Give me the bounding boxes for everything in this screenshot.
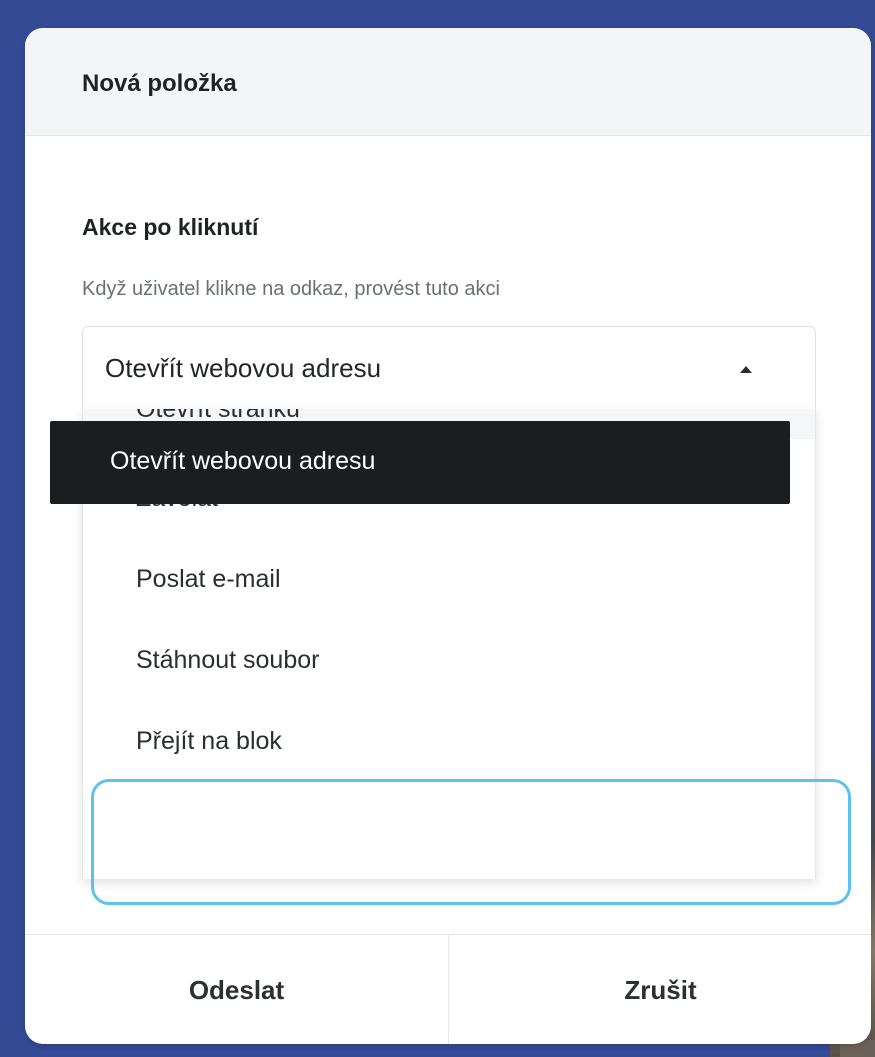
dropdown-option-selected[interactable]: Otevřít webovou adresu bbox=[50, 421, 790, 504]
click-action-select-value: Otevřít webovou adresu bbox=[105, 353, 382, 383]
caret-up-icon[interactable] bbox=[740, 366, 752, 373]
click-action-select[interactable]: Otevřít webovou adresu bbox=[82, 326, 816, 410]
click-action-label: Akce po kliknutí bbox=[82, 214, 259, 240]
submit-button[interactable]: Odeslat bbox=[25, 935, 448, 1044]
dropdown-option[interactable]: Poslat e-mail bbox=[83, 540, 815, 620]
dropdown-option[interactable]: Stáhnout soubor bbox=[83, 621, 815, 701]
click-action-help-text: Když uživatel klikne na odkaz, provést t… bbox=[82, 278, 500, 300]
dialog-header: Nová položka bbox=[25, 28, 871, 136]
new-item-dialog: Nová položka Akce po kliknutí Když uživa… bbox=[25, 28, 871, 1044]
cancel-button[interactable]: Zrušit bbox=[449, 935, 871, 1044]
dropdown-option-label: Poslat e-mail bbox=[136, 565, 281, 593]
dropdown-option[interactable]: Přejít na blok bbox=[83, 702, 815, 782]
dialog-footer: Odeslat Zrušit bbox=[25, 934, 871, 1044]
dialog-title: Nová položka bbox=[82, 70, 237, 97]
dropdown-option-label: Stáhnout soubor bbox=[136, 646, 320, 674]
dropdown-option-label: Otevřít webovou adresu bbox=[110, 447, 376, 475]
dropdown-option-label: Přejít na blok bbox=[136, 727, 282, 755]
